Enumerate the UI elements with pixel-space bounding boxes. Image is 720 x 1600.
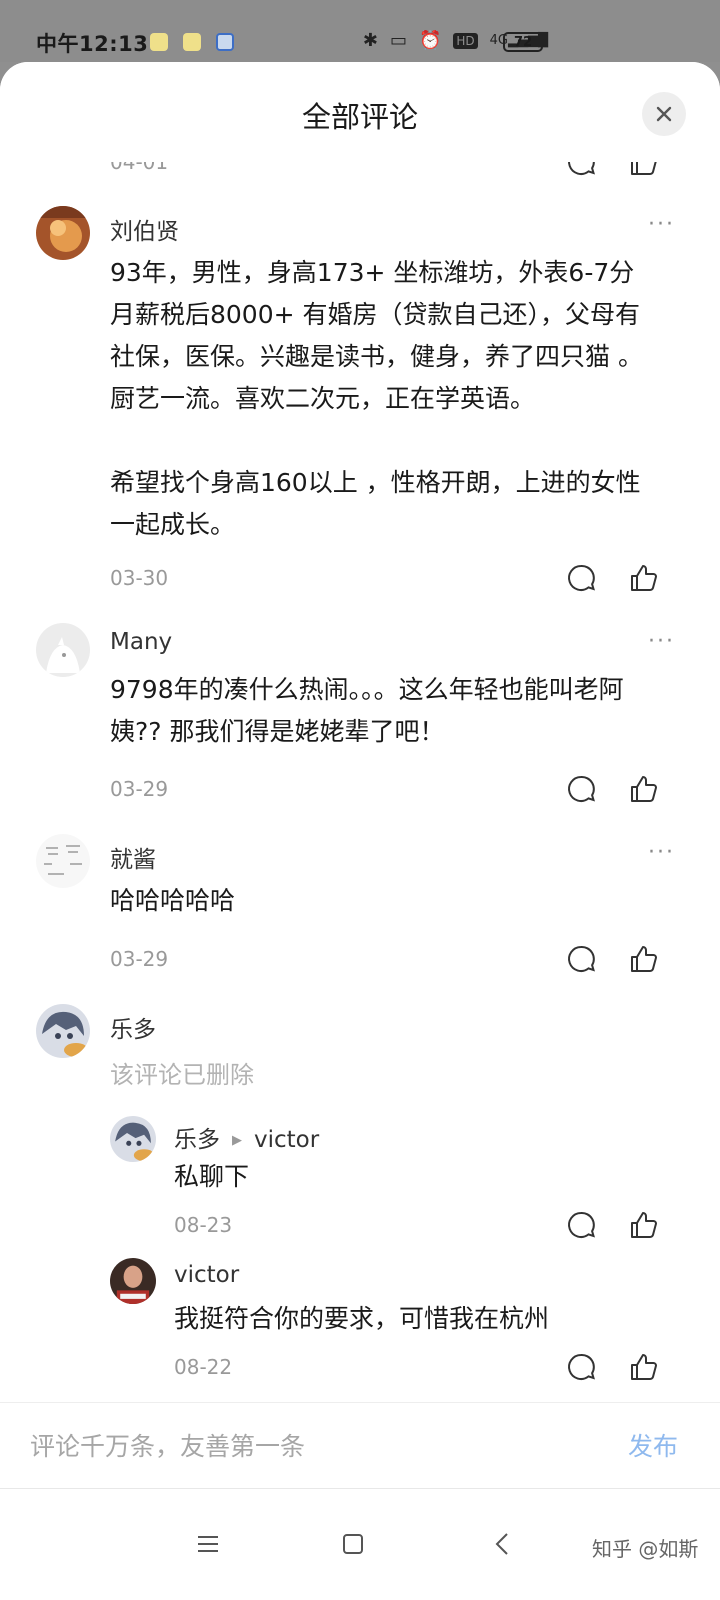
publish-button[interactable]: 发布 <box>628 1427 678 1463</box>
reply-date: 08-22 <box>174 1355 233 1379</box>
reply-to-username[interactable]: victor <box>254 1127 319 1153</box>
system-nav-bar: 知乎 @如斯 <box>0 1488 720 1600</box>
avatar[interactable] <box>36 834 90 888</box>
page-title: 全部评论 <box>301 100 418 134</box>
more-icon[interactable]: ··· <box>648 840 675 865</box>
avatar[interactable] <box>36 623 90 677</box>
back-icon[interactable] <box>488 1529 518 1559</box>
reply-header: 乐多 ▶ victor <box>174 1120 319 1154</box>
comment-input[interactable]: 评论千万条，友善第一条 <box>30 1427 305 1463</box>
comment-bubble-icon[interactable] <box>565 943 597 975</box>
more-icon[interactable]: ··· <box>648 212 675 237</box>
thumbs-up-icon[interactable] <box>628 562 660 594</box>
thumbs-up-icon[interactable] <box>628 1351 660 1383</box>
avatar[interactable] <box>36 1004 90 1058</box>
comment-bubble-icon[interactable] <box>565 562 597 594</box>
comments-sheet: 04-01 刘伯贤 ··· 93年，男性，身高173+ 坐标潍坊，外表6-7分 … <box>0 62 720 1600</box>
comment-body: 93年，男性，身高173+ 坐标潍坊，外表6-7分 月薪税后8000+ 有婚房（… <box>110 252 680 546</box>
reply-body: 私聊下 <box>174 1162 250 1191</box>
alarm-icon: ⏰ <box>418 30 442 51</box>
avatar[interactable] <box>110 1258 156 1304</box>
menu-icon[interactable] <box>193 1529 223 1559</box>
comment-date: 03-29 <box>110 947 169 971</box>
comment-username[interactable]: 乐多 <box>110 1010 156 1044</box>
comment-body: 9798年的凑什么热闹。。。这么年轻也能叫老阿 姨?? 那我们得是姥姥辈了吧！ <box>110 669 680 753</box>
comment-date: 03-30 <box>110 566 169 590</box>
thumbs-up-icon[interactable] <box>628 773 660 805</box>
notification-icon <box>183 33 201 51</box>
reply-body: 我挺符合你的要求，可惜我在杭州 <box>174 1304 550 1333</box>
watermark: 知乎 @如斯 <box>592 1537 699 1561</box>
notification-icon <box>150 33 168 51</box>
comment-username[interactable]: 刘伯贤 <box>110 212 179 246</box>
comment-input-bar: 评论千万条，友善第一条 发布 <box>0 1402 720 1488</box>
comment-body: 哈哈哈哈哈 <box>110 880 680 922</box>
comment-line: 厨艺一流。喜欢二次元，正在学英语。 <box>110 384 536 413</box>
vibrate-icon: ▭ <box>389 30 407 51</box>
comment-line: 93年，男性，身高173+ 坐标潍坊，外表6-7分 <box>110 258 635 287</box>
avatar[interactable] <box>36 206 90 260</box>
reply-username[interactable]: victor <box>174 1262 239 1288</box>
comment-line: 哈哈哈哈哈 <box>110 886 236 915</box>
close-icon <box>656 106 672 122</box>
avatar[interactable] <box>110 1116 156 1162</box>
comment-line: 姨?? 那我们得是姥姥辈了吧！ <box>110 717 445 746</box>
reply-username[interactable]: 乐多 <box>174 1127 220 1153</box>
battery-icon: 72 <box>503 32 546 52</box>
comment-username[interactable]: 就酱 <box>110 840 156 874</box>
reply-arrow-icon: ▶ <box>232 1133 242 1148</box>
status-time: 中午12:13 <box>36 32 149 56</box>
comments-list[interactable]: 04-01 刘伯贤 ··· 93年，男性，身高173+ 坐标潍坊，外表6-7分 … <box>0 62 720 1402</box>
comment-date: 03-29 <box>110 777 169 801</box>
comment-bubble-icon[interactable] <box>565 1351 597 1383</box>
comment-line: 一起成长。 <box>110 510 236 539</box>
thumbs-up-icon[interactable] <box>628 1209 660 1241</box>
reply-date: 08-23 <box>174 1213 233 1237</box>
sheet-header: 全部评论 <box>0 62 720 162</box>
more-icon[interactable]: ··· <box>648 629 675 654</box>
comment-bubble-icon[interactable] <box>565 1209 597 1241</box>
bluetooth-icon: ✱ <box>362 30 378 51</box>
thumbs-up-icon[interactable] <box>628 943 660 975</box>
hd-icon: HD <box>453 32 478 49</box>
comment-line: 社保，医保。兴趣是读书，健身，养了四只猫 。 <box>110 342 643 371</box>
close-button[interactable] <box>642 92 686 136</box>
notification-icon <box>216 33 234 51</box>
comment-line: 希望找个身高160以上 ，性格开朗，上进的女性 <box>110 468 641 497</box>
comment-line <box>110 420 680 462</box>
deleted-comment-text: 该评论已删除 <box>110 1061 254 1089</box>
comment-line: 月薪税后8000+ 有婚房（贷款自己还），父母有 <box>110 300 641 329</box>
home-square-icon[interactable] <box>338 1529 368 1559</box>
battery-level: 72 <box>513 34 533 50</box>
status-bar: 中午12:13 ✱ ▭ ⏰ HD 4G▂▄▆█ 72 <box>0 0 720 62</box>
comment-username[interactable]: Many <box>110 629 172 655</box>
comment-line: 9798年的凑什么热闹。。。这么年轻也能叫老阿 <box>110 675 624 704</box>
comment-bubble-icon[interactable] <box>565 773 597 805</box>
